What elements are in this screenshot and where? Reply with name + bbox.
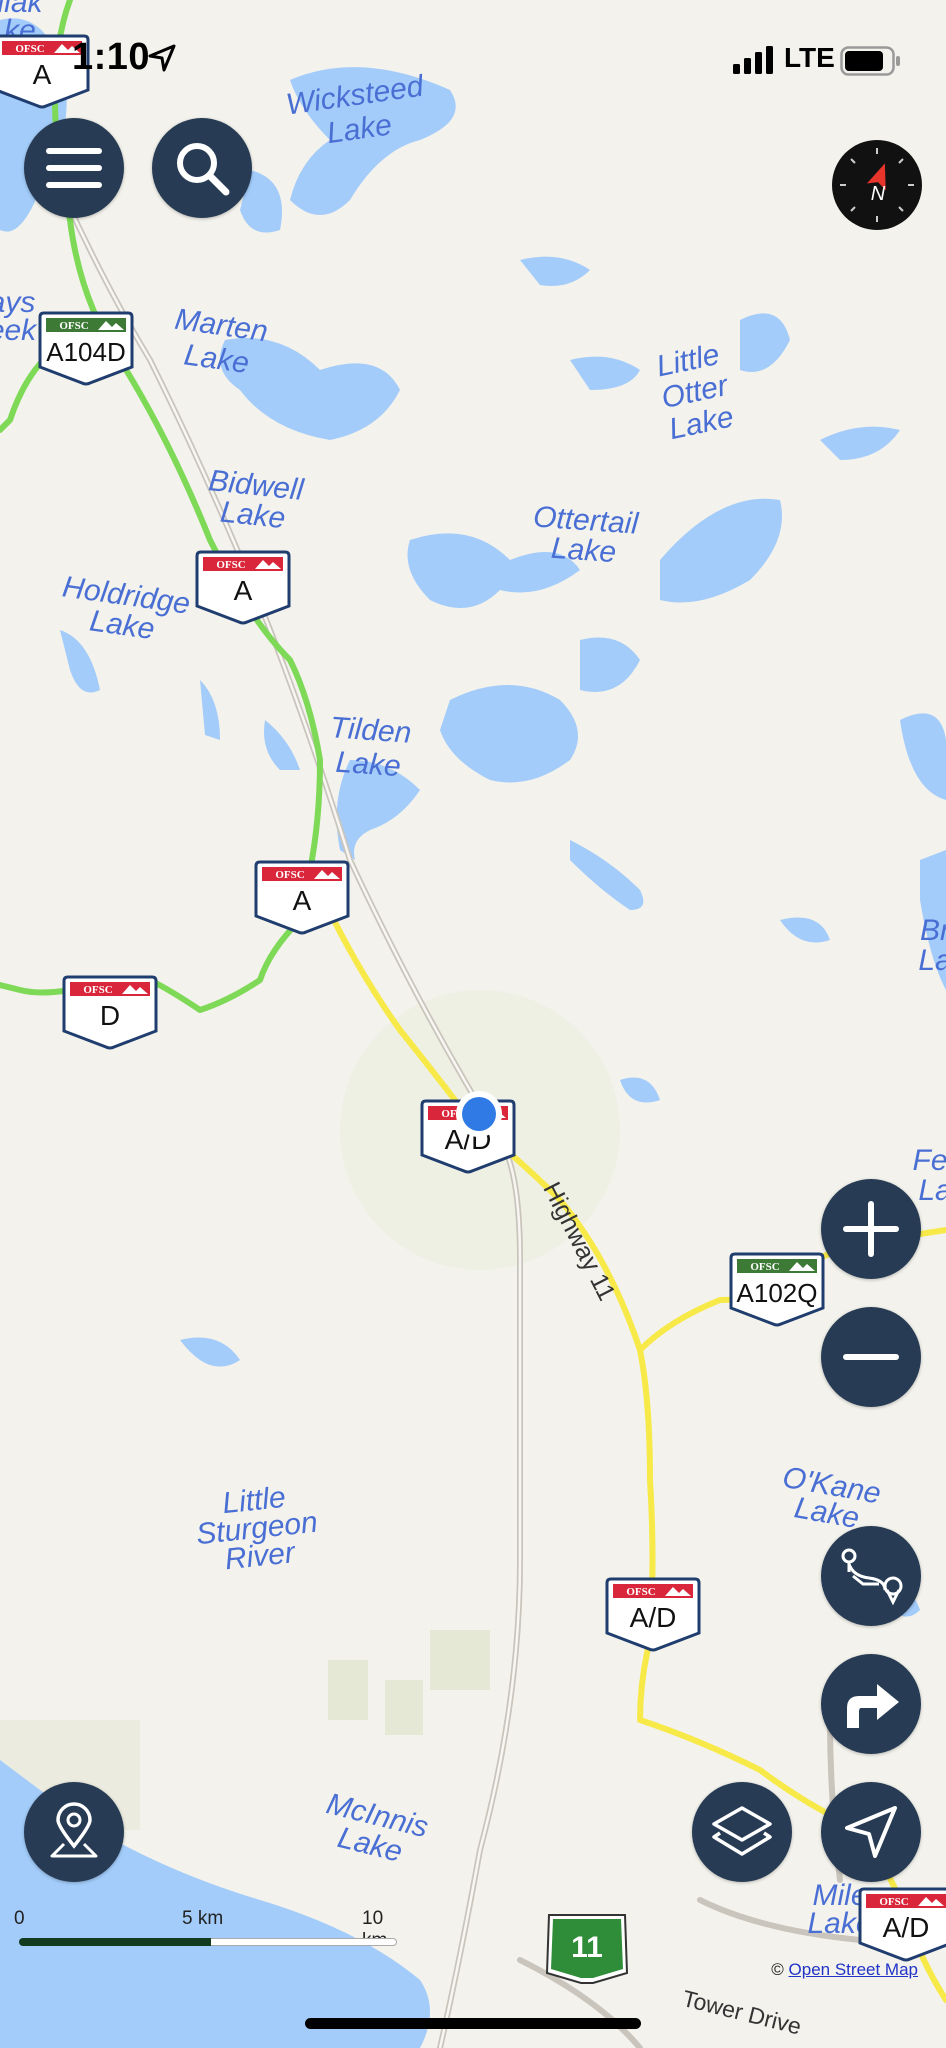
trail-marker-code: A/D <box>883 1912 930 1943</box>
trail-marker-org: OFSC <box>626 1586 655 1598</box>
trail-marker-org: OFSC <box>879 1896 908 1908</box>
trail-marker[interactable]: OFSC A <box>195 550 291 625</box>
compass-button[interactable]: N <box>832 140 922 230</box>
layers-icon <box>712 1806 772 1856</box>
map-pin-button[interactable] <box>24 1782 124 1882</box>
signal-icon <box>733 46 773 74</box>
trail-marker[interactable]: OFSC A102Q <box>729 1252 825 1327</box>
scale-label-0: 0 <box>14 1908 25 1929</box>
trail-marker-org: OFSC <box>59 320 88 332</box>
lake-label-line: eek <box>0 314 38 347</box>
route-icon <box>841 1548 903 1606</box>
location-arrow-icon <box>148 44 176 72</box>
trail-marker-org: OFSC <box>83 984 112 996</box>
scale-label-5km: 5 km <box>182 1908 224 1929</box>
trail-marker-code: A/D <box>630 1602 677 1633</box>
svg-text:N: N <box>871 183 886 205</box>
hamburger-icon <box>46 148 102 188</box>
zoom-out-button[interactable] <box>821 1307 921 1407</box>
compass-icon: N <box>840 148 914 222</box>
lake-label-line: Fer <box>913 1144 946 1177</box>
trail-marker-code: A <box>293 885 312 916</box>
lake-label-line: Lake <box>219 496 287 536</box>
lake-label: FerLa <box>913 1144 946 1207</box>
search-icon <box>177 143 230 196</box>
trail-marker-code: A <box>234 575 253 606</box>
lake-label-line: Lake <box>335 746 402 783</box>
user-location <box>456 1091 502 1137</box>
layers-button[interactable] <box>692 1782 792 1882</box>
trail-marker[interactable]: OFSC A104D <box>38 311 134 386</box>
trail-marker-org: OFSC <box>750 1261 779 1273</box>
map-attribution: © Open Street Map <box>771 1960 918 1980</box>
lake-label-line: Lake <box>550 532 617 569</box>
status-time: 1:10 <box>72 36 151 78</box>
directions-button[interactable] <box>821 1654 921 1754</box>
map-pin-icon <box>50 1802 98 1858</box>
battery-icon <box>840 46 900 76</box>
zoom-in-button[interactable] <box>821 1179 921 1279</box>
scale-bar-dark <box>19 1938 211 1946</box>
lake-label: BrLa <box>918 914 946 977</box>
route-button[interactable] <box>821 1526 921 1626</box>
trail-marker-org: OFSC <box>216 559 245 571</box>
search-button[interactable] <box>152 118 252 218</box>
locate-button[interactable] <box>821 1782 921 1882</box>
highway-11-shield: 11 <box>545 1914 629 1984</box>
trail-marker-code: D <box>100 1000 120 1031</box>
trail-marker[interactable]: OFSC D <box>62 975 158 1050</box>
scale-bar-light <box>211 1938 397 1946</box>
trail-marker-code: A102Q <box>737 1278 818 1308</box>
status-bar: 1:10 LTE <box>0 0 946 120</box>
minus-icon <box>843 1354 899 1360</box>
lake-label: ayseek <box>0 286 38 347</box>
home-indicator[interactable] <box>305 2018 641 2029</box>
highway-11-number: 11 <box>571 1931 603 1964</box>
plus-icon <box>843 1201 899 1257</box>
trail-marker-org: OFSC <box>275 869 304 881</box>
trail-marker[interactable]: OFSC A/D <box>858 1887 946 1962</box>
navigation-arrow-icon <box>845 1806 897 1858</box>
openstreetmap-link[interactable]: Open Street Map <box>789 1960 918 1979</box>
turn-arrow-icon <box>847 1684 899 1728</box>
lake-label: TildenLake <box>327 711 413 784</box>
lake-label-line: La <box>918 944 946 977</box>
trail-marker[interactable]: OFSC A/D <box>605 1577 701 1652</box>
trail-marker-code: A104D <box>46 337 126 367</box>
lake-label-line: Br <box>920 914 946 947</box>
network-label: LTE <box>784 42 835 73</box>
map-canvas[interactable]: Highway 11 Tower Drive WicksteedLakeMart… <box>0 0 946 2048</box>
attribution-copyright: © <box>771 1960 784 1979</box>
map-screen: Highway 11 Tower Drive WicksteedLake Mart… <box>0 0 946 2048</box>
scale-bar: 0 5 km 10 km <box>14 1908 404 1968</box>
menu-button[interactable] <box>24 118 124 218</box>
lake-label-line: Tilden <box>329 711 413 750</box>
lake-label-line: La <box>918 1174 946 1207</box>
trail-marker[interactable]: OFSC A <box>254 860 350 935</box>
